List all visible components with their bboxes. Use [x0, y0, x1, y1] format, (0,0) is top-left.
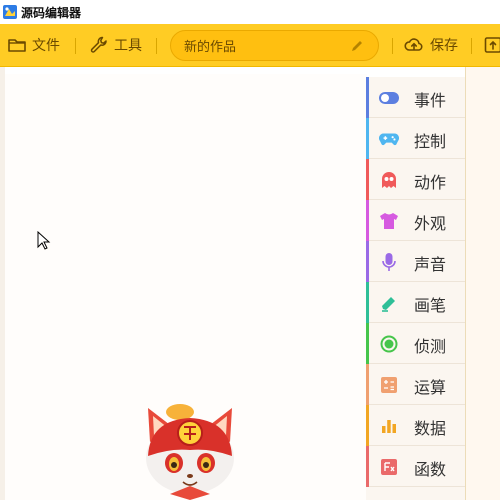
toolbar: 文件 工具 新的作品 保存: [0, 24, 500, 67]
tools-menu-button[interactable]: 工具: [90, 24, 142, 67]
radio-target-icon: [379, 334, 399, 354]
publish-button[interactable]: [484, 24, 500, 67]
category-item[interactable]: 外观: [366, 200, 465, 241]
category-color-stripe: [366, 323, 369, 364]
category-color-stripe: [366, 241, 369, 282]
category-item[interactable]: 动作: [366, 159, 465, 200]
project-name-text: 新的作品: [184, 40, 237, 55]
app-logo-icon: [3, 5, 17, 19]
ghost-icon: [379, 170, 399, 190]
upload-box-icon: [484, 37, 500, 53]
category-item[interactable]: 事件: [366, 77, 465, 118]
toolbar-divider: [75, 38, 76, 54]
microphone-icon: [379, 252, 399, 272]
pen-icon: [379, 293, 399, 313]
category-color-stripe: [366, 364, 369, 405]
category-label: 运算: [414, 378, 447, 397]
mouse-cursor-icon: [37, 231, 51, 250]
function-icon: [379, 457, 399, 477]
category-color-stripe: [366, 200, 369, 241]
wrench-icon: [90, 36, 107, 53]
category-label: 数据: [414, 419, 447, 438]
cloud-upload-icon: [404, 38, 423, 51]
toolbar-divider: [156, 38, 157, 54]
category-item[interactable]: 侦测: [366, 323, 465, 364]
save-label: 保存: [430, 38, 458, 54]
tools-menu-label: 工具: [114, 38, 142, 54]
calculator-icon: [379, 375, 399, 395]
category-color-stripe: [366, 159, 369, 200]
category-label: 侦测: [414, 337, 447, 356]
category-color-stripe: [366, 282, 369, 323]
category-item[interactable]: 控制: [366, 118, 465, 159]
project-name-field[interactable]: 新的作品: [170, 30, 379, 61]
file-menu-button[interactable]: 文件: [8, 24, 60, 67]
toolbar-divider: [392, 38, 393, 54]
window-title: 源码编辑器: [21, 5, 82, 20]
category-color-stripe: [366, 118, 369, 159]
toggle-icon: [379, 88, 399, 108]
category-item[interactable]: 函数: [366, 446, 465, 487]
category-item[interactable]: 画笔: [366, 282, 465, 323]
category-label: 函数: [414, 460, 447, 479]
block-category-palette: 事件控制动作外观声音画笔侦测运算数据函数: [366, 77, 465, 500]
category-label: 画笔: [414, 296, 447, 315]
folder-icon: [8, 39, 26, 52]
bar-chart-icon: [379, 416, 399, 436]
category-color-stripe: [366, 77, 369, 118]
category-label: 事件: [414, 91, 447, 110]
toolbar-divider: [471, 38, 472, 54]
block-list-panel: [465, 67, 500, 500]
file-menu-label: 文件: [32, 38, 60, 54]
cat-mascot-sprite[interactable]: [140, 398, 240, 500]
shirt-icon: [379, 211, 399, 231]
pencil-icon[interactable]: [350, 39, 364, 53]
category-color-stripe: [366, 446, 369, 487]
category-item[interactable]: 运算: [366, 364, 465, 405]
save-button[interactable]: 保存: [404, 24, 458, 67]
category-item[interactable]: 数据: [366, 405, 465, 446]
title-bar: 源码编辑器: [0, 0, 500, 24]
category-item[interactable]: 声音: [366, 241, 465, 282]
category-label: 外观: [414, 214, 447, 233]
category-label: 控制: [414, 132, 447, 151]
category-label: 声音: [414, 255, 447, 274]
gamepad-icon: [379, 129, 399, 149]
category-label: 动作: [414, 173, 447, 192]
category-color-stripe: [366, 405, 369, 446]
